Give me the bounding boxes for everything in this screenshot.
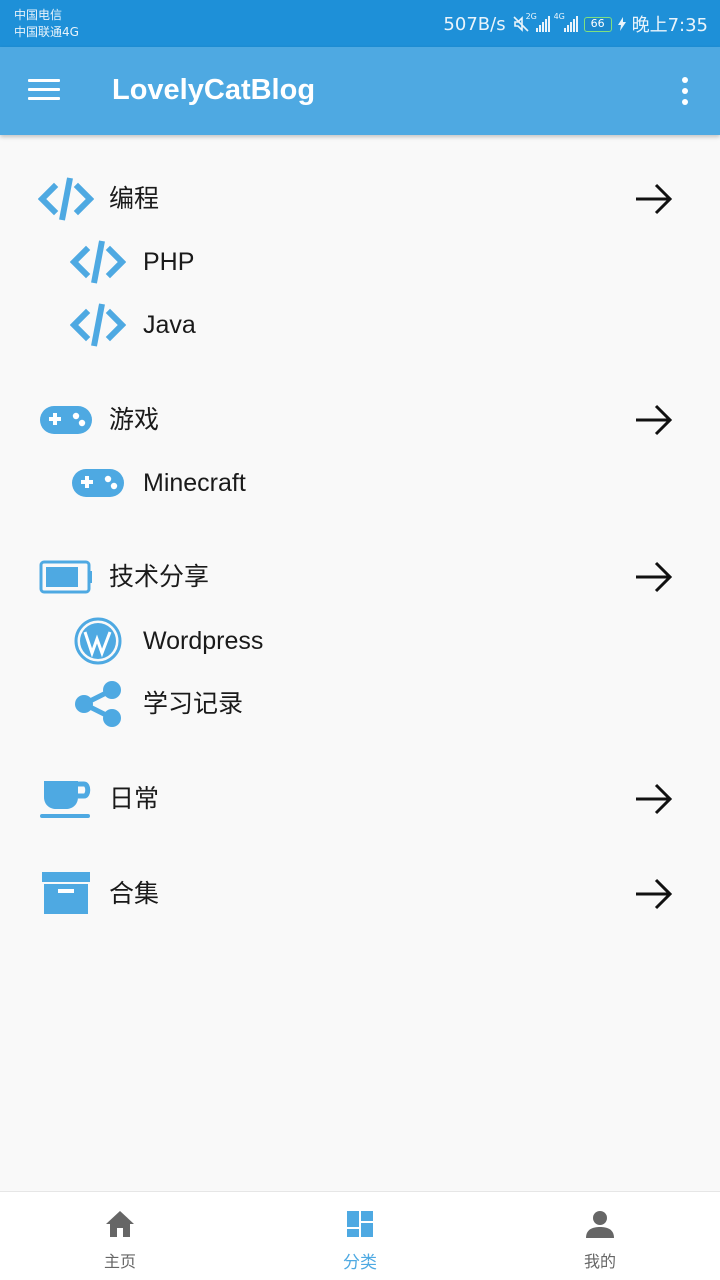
hamburger-menu-icon[interactable] [28, 79, 60, 103]
nav-profile-label: 我的 [583, 1252, 616, 1271]
subcategory-php[interactable]: PHP [0, 234, 720, 290]
subcategory-minecraft[interactable]: Minecraft [0, 455, 720, 511]
clock: 晚上7:35 [631, 15, 708, 36]
subcategory-label: 学习记录 [143, 690, 244, 718]
battery-indicator: 66 [583, 16, 612, 32]
signal-icon-1: 2G [526, 12, 550, 32]
subcategory-java[interactable]: Java [0, 297, 720, 353]
person-icon [586, 1211, 614, 1238]
app-bar: LovelyCatBlog [0, 47, 720, 135]
subcategory-label: PHP [143, 248, 195, 276]
carrier-1: 中国电信 [14, 8, 63, 22]
category-label: 编程 [109, 185, 160, 213]
arrow-right-icon[interactable] [632, 557, 674, 597]
category-label: 游戏 [109, 406, 160, 434]
arrow-right-icon[interactable] [632, 874, 674, 914]
nav-home[interactable]: 主页 [0, 1192, 240, 1280]
category-collection[interactable]: 合集 [0, 866, 720, 922]
share-icon [70, 680, 126, 728]
dashboard-icon [347, 1211, 373, 1237]
category-programming[interactable]: 编程 [0, 171, 720, 227]
carrier-info: 中国电信 中国联通4G [14, 7, 79, 41]
nav-categories-label: 分类 [343, 1253, 377, 1273]
subcategory-label: Java [143, 311, 196, 339]
code-icon [38, 175, 94, 223]
code-icon [70, 301, 126, 349]
category-games[interactable]: 游戏 [0, 392, 720, 448]
category-daily[interactable]: 日常 [0, 771, 720, 827]
category-tech-share[interactable]: 技术分享 [0, 549, 720, 605]
arrow-right-icon[interactable] [632, 779, 674, 819]
charging-icon [617, 17, 626, 31]
net-speed: 507B/s [443, 13, 506, 35]
signal-2-label: 4G [553, 12, 565, 21]
coffee-cup-icon [38, 775, 94, 823]
more-vert-icon[interactable] [674, 77, 696, 107]
battery-icon [38, 553, 94, 601]
status-bar: 中国电信 中国联通4G 507B/s 2G 4G 66 晚上7:35 [0, 0, 720, 47]
subcategory-label: Wordpress [143, 627, 264, 655]
nav-home-label: 主页 [103, 1252, 136, 1271]
gamepad-icon [38, 396, 94, 444]
signal-icon-2: 4G [554, 12, 578, 32]
carrier-2: 中国联通4G [14, 25, 79, 39]
arrow-right-icon[interactable] [632, 400, 674, 440]
app-title: LovelyCatBlog [112, 74, 316, 106]
gamepad-icon [70, 459, 126, 507]
status-icons: 507B/s 2G 4G 66 晚上7:35 [443, 12, 708, 36]
subcategory-wordpress[interactable]: Wordpress [0, 613, 720, 669]
home-icon [106, 1211, 134, 1237]
bottom-navigation: 主页 分类 我的 [0, 1191, 720, 1280]
subcategory-label: Minecraft [143, 469, 246, 497]
category-label: 日常 [109, 785, 160, 813]
category-list: 编程 PHP Java 游戏 Minecraft 技术分享 Wordpress … [0, 135, 720, 1191]
category-label: 合集 [109, 880, 160, 908]
subcategory-study-notes[interactable]: 学习记录 [0, 676, 720, 732]
arrow-right-icon[interactable] [632, 179, 674, 219]
archive-box-icon [38, 870, 94, 918]
nav-categories[interactable]: 分类 [240, 1192, 480, 1280]
nav-profile[interactable]: 我的 [480, 1192, 720, 1280]
category-label: 技术分享 [109, 563, 210, 591]
wordpress-icon [70, 617, 126, 665]
signal-1-label: 2G [525, 12, 537, 21]
code-icon [70, 238, 126, 286]
